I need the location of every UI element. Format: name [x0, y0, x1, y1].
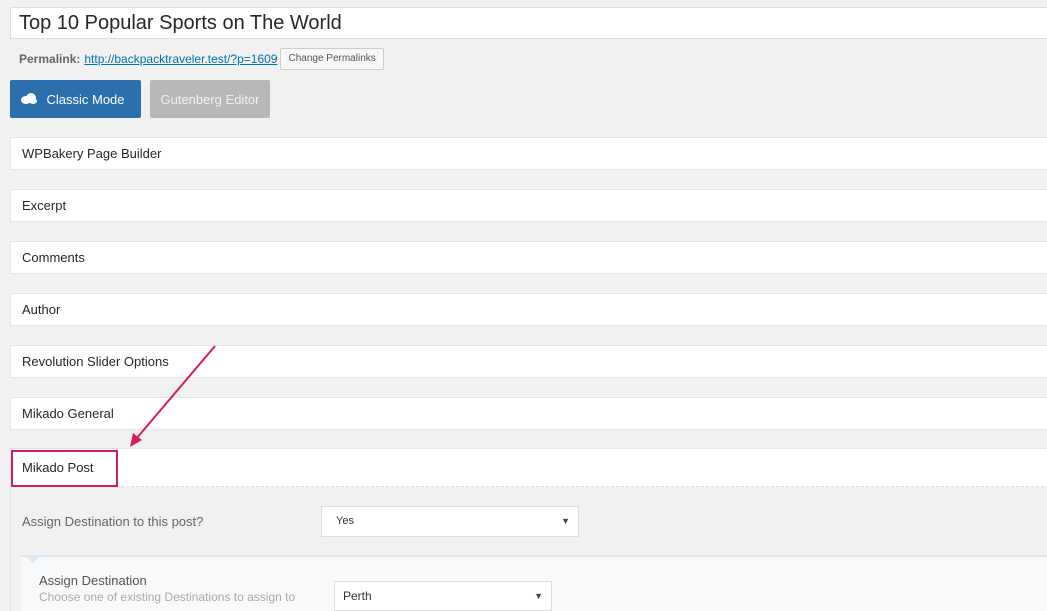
permalink-row: Permalink: http://backpacktraveler.test/…	[19, 48, 384, 70]
metabox-label: Revolution Slider Options	[22, 354, 169, 369]
assign-destination-question: Assign Destination to this post?	[22, 514, 204, 529]
post-title-input[interactable]: Top 10 Popular Sports on The World	[10, 7, 1047, 39]
permalink-link[interactable]: http://backpacktraveler.test/?p=1609	[84, 52, 277, 66]
metabox-wpbakery[interactable]: WPBakery Page Builder	[10, 137, 1047, 170]
metabox-revolution-slider-options[interactable]: Revolution Slider Options	[10, 345, 1047, 378]
assign-destination-description: Choose one of existing Destinations to a…	[39, 590, 296, 604]
metabox-label: WPBakery Page Builder	[22, 146, 162, 161]
permalink-label: Permalink:	[19, 52, 81, 66]
caret-down-icon: ▼	[534, 591, 543, 601]
assign-destination-label: Assign Destination	[39, 573, 147, 588]
cloud-icon	[21, 93, 37, 104]
gutenberg-editor-button[interactable]: Gutenberg Editor	[150, 80, 270, 118]
metabox-label: Author	[22, 302, 61, 317]
change-permalinks-button[interactable]: Change Permalinks	[280, 48, 384, 70]
metabox-label: Comments	[22, 250, 85, 265]
metabox-excerpt[interactable]: Excerpt	[10, 189, 1047, 222]
assign-destination-row: Assign Destination to this post? Yes ▼	[11, 487, 1047, 549]
metabox-mikado-general[interactable]: Mikado General	[10, 397, 1047, 430]
classic-mode-label: Classic Mode	[46, 91, 125, 107]
destination-value: Perth	[343, 589, 372, 603]
assign-destination-value: Yes	[336, 515, 354, 527]
post-editor-page: Top 10 Popular Sports on The World Perma…	[0, 0, 1047, 611]
panel-notch-icon	[25, 555, 41, 563]
mikado-post-header[interactable]: Mikado Post	[11, 449, 1047, 487]
destination-select[interactable]: Perth ▼	[334, 581, 552, 611]
assign-destination-subpanel: Assign Destination Choose one of existin…	[21, 555, 1047, 611]
metabox-label: Excerpt	[22, 198, 67, 213]
metabox-comments[interactable]: Comments	[10, 241, 1047, 274]
metabox-author[interactable]: Author	[10, 293, 1047, 326]
assign-destination-select[interactable]: Yes ▼	[321, 506, 579, 537]
classic-mode-button[interactable]: Classic Mode	[10, 80, 141, 118]
caret-down-icon: ▼	[561, 516, 570, 526]
metabox-label: Mikado General	[22, 406, 114, 421]
gutenberg-editor-label: Gutenberg Editor	[160, 91, 260, 107]
metabox-mikado-post: Mikado Post Assign Destination to this p…	[10, 448, 1047, 611]
highlight-box	[11, 450, 118, 487]
